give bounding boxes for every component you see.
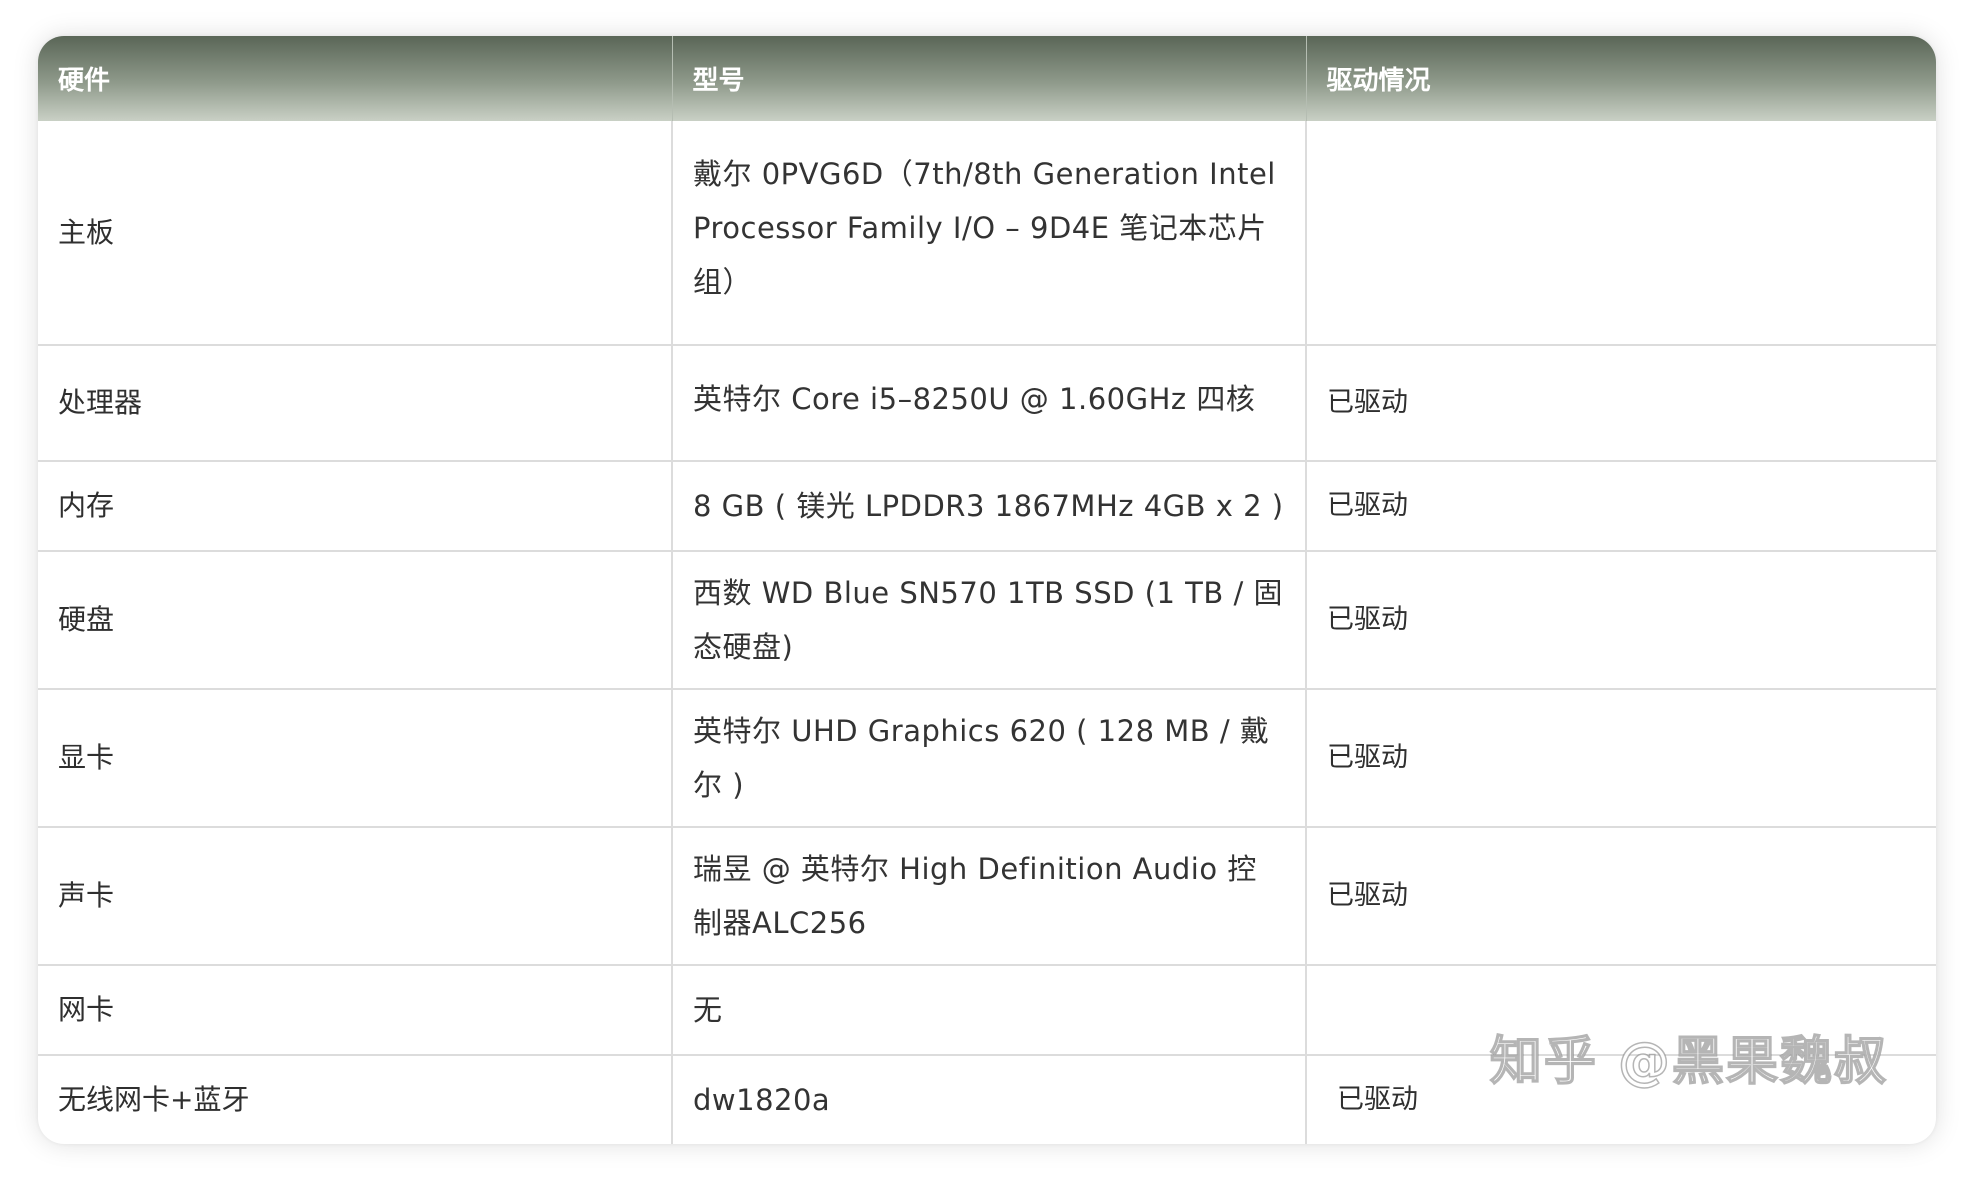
model-cell: 英特尔 Core i5–8250U @ 1.60GHz 四核 xyxy=(672,345,1307,462)
header-model: 型号 xyxy=(672,36,1307,121)
table-row: 处理器 英特尔 Core i5–8250U @ 1.60GHz 四核 已驱动 xyxy=(38,345,1936,462)
model-cell: 西数 WD Blue SN570 1TB SSD (1 TB / 固态硬盘) xyxy=(672,551,1307,690)
driver-status-cell: 已驱动 xyxy=(1306,345,1936,462)
driver-status-cell: 已驱动 xyxy=(1306,551,1936,690)
model-cell: dw1820a xyxy=(672,1055,1307,1144)
hardware-cell: 处理器 xyxy=(38,345,673,462)
table-row: 主板 戴尔 0PVG6D（7th/8th Generation Intel Pr… xyxy=(38,121,1936,346)
hardware-cell: 无线网卡+蓝牙 xyxy=(38,1055,673,1144)
model-cell: 瑞昱 @ 英特尔 High Definition Audio 控制器ALC256 xyxy=(672,827,1307,966)
driver-status-cell xyxy=(1306,121,1936,346)
model-cell: 无 xyxy=(672,965,1307,1056)
table-header-row: 硬件 型号 驱动情况 xyxy=(38,36,1936,121)
driver-status-cell: 已驱动 xyxy=(1306,827,1936,966)
driver-status-cell: 已驱动 xyxy=(1306,461,1936,552)
header-hardware: 硬件 xyxy=(38,36,673,121)
table-row: 硬盘 西数 WD Blue SN570 1TB SSD (1 TB / 固态硬盘… xyxy=(38,551,1936,690)
hardware-cell: 网卡 xyxy=(38,965,673,1056)
table-row: 显卡 英特尔 UHD Graphics 620 ( 128 MB / 戴尔 ) … xyxy=(38,689,1936,828)
hardware-cell: 显卡 xyxy=(38,689,673,828)
hardware-table: 硬件 型号 驱动情况 主板 戴尔 0PVG6D（7th/8th Generati… xyxy=(38,36,1936,1144)
model-cell: 英特尔 UHD Graphics 620 ( 128 MB / 戴尔 ) xyxy=(672,689,1307,828)
driver-status-cell: 已驱动 xyxy=(1306,689,1936,828)
hardware-table-card: 硬件 型号 驱动情况 主板 戴尔 0PVG6D（7th/8th Generati… xyxy=(38,36,1936,1144)
model-cell: 戴尔 0PVG6D（7th/8th Generation Intel Proce… xyxy=(672,121,1307,346)
model-cell: 8 GB ( 镁光 LPDDR3 1867MHz 4GB x 2 ) xyxy=(672,461,1307,552)
table-row: 内存 8 GB ( 镁光 LPDDR3 1867MHz 4GB x 2 ) 已驱… xyxy=(38,461,1936,552)
hardware-cell: 主板 xyxy=(38,121,673,346)
zhihu-watermark: 知乎 @黑果魏叔 xyxy=(1489,1031,1888,1093)
table-row: 声卡 瑞昱 @ 英特尔 High Definition Audio 控制器ALC… xyxy=(38,827,1936,966)
hardware-cell: 声卡 xyxy=(38,827,673,966)
hardware-cell: 内存 xyxy=(38,461,673,552)
hardware-cell: 硬盘 xyxy=(38,551,673,690)
header-driver-status: 驱动情况 xyxy=(1306,36,1936,121)
